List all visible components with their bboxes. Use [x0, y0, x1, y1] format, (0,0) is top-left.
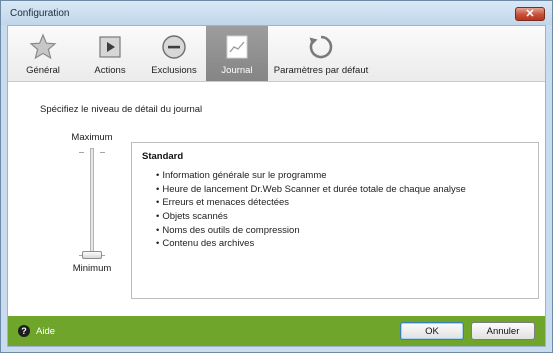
log-level-slider[interactable]: Maximum Minimum	[66, 132, 118, 274]
tab-journal[interactable]: Journal	[206, 26, 268, 81]
slider-min-label: Minimum	[72, 263, 112, 274]
slider-thumb[interactable]	[82, 251, 102, 259]
slider-tick	[79, 152, 84, 153]
list-item: Heure de lancement Dr.Web Scanner et dur…	[156, 183, 466, 197]
tab-general-label: Général	[26, 65, 60, 76]
tab-default-settings-label: Paramètres par défaut	[273, 65, 369, 76]
footer-bar: ? Aide OK Annuler	[8, 316, 545, 346]
window-title: Configuration	[10, 8, 70, 19]
tab-actions[interactable]: Actions	[78, 26, 142, 81]
list-item: Erreurs et menaces détectées	[156, 196, 466, 210]
help-link[interactable]: Aide	[36, 326, 55, 337]
dialog-content: Général Actions Exclusions Journal Param…	[7, 25, 546, 347]
slider-tick	[100, 152, 105, 153]
slider-track[interactable]	[90, 148, 94, 258]
level-description-panel: Standard Information générale sur le pro…	[131, 142, 539, 299]
help-icon[interactable]: ?	[18, 325, 30, 337]
tab-default-settings[interactable]: Paramètres par défaut	[268, 26, 374, 81]
tab-exclusions-label: Exclusions	[151, 65, 197, 76]
level-details-list: Information générale sur le programme He…	[156, 169, 466, 251]
level-title: Standard	[142, 151, 184, 162]
star-icon	[29, 33, 57, 60]
main-heading: Spécifiez le niveau de détail du journal	[40, 104, 203, 115]
tab-general[interactable]: Général	[8, 26, 78, 81]
settings-toolbar: Général Actions Exclusions Journal Param…	[8, 26, 545, 82]
tab-exclusions[interactable]: Exclusions	[142, 26, 206, 81]
list-item: Noms des outils de compression	[156, 224, 466, 238]
journal-chart-icon	[226, 35, 248, 59]
configuration-window: Configuration ✕ Général Actions Exclusio…	[0, 0, 553, 353]
list-item: Contenu des archives	[156, 237, 466, 251]
title-bar: Configuration ✕	[1, 1, 552, 25]
close-button[interactable]: ✕	[515, 7, 545, 21]
list-item: Objets scannés	[156, 210, 466, 224]
play-icon	[99, 36, 121, 58]
minus-circle-icon	[162, 35, 186, 59]
tab-actions-label: Actions	[94, 65, 126, 76]
slider-max-label: Maximum	[71, 132, 113, 143]
ok-button[interactable]: OK	[400, 322, 464, 340]
reset-arrow-icon	[309, 35, 333, 59]
cancel-button[interactable]: Annuler	[471, 322, 535, 340]
tab-journal-label: Journal	[221, 65, 253, 76]
list-item: Information générale sur le programme	[156, 169, 466, 183]
